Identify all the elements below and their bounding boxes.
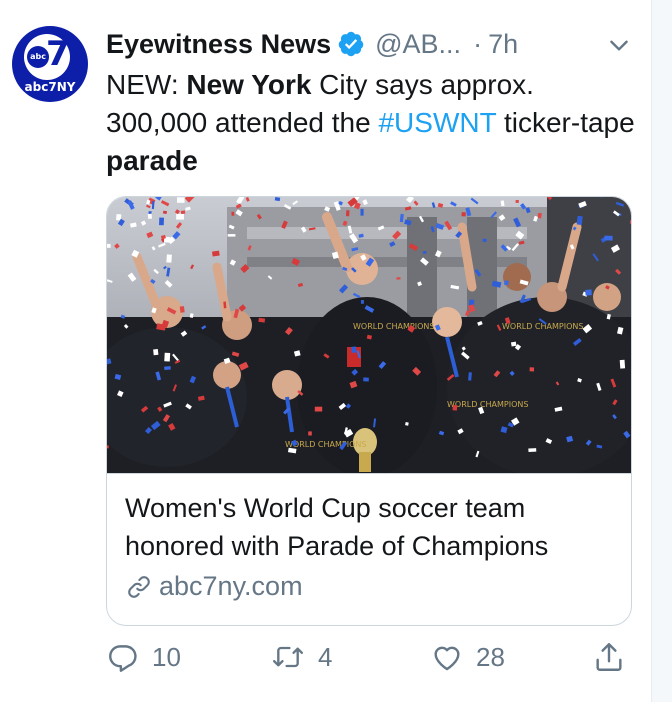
account-name[interactable]: Eyewitness News <box>106 29 331 60</box>
jersey-text: WORLD CHAMPIONS <box>353 322 434 331</box>
tweet-actions: 10 4 28 <box>106 640 636 680</box>
retweet-icon <box>272 646 304 668</box>
heart-icon <box>434 646 460 671</box>
retweet-count: 4 <box>318 641 333 672</box>
scroll-gutter <box>651 0 672 702</box>
verified-badge-icon <box>338 31 364 57</box>
share-button[interactable] <box>592 640 626 674</box>
tweet-timestamp[interactable]: 7h <box>488 29 518 60</box>
parade-photo: WORLD CHAMPIONS WORLD CHAMPIONS WORLD CH… <box>107 197 631 473</box>
tweet-text: NEW: New York City says approx. 300,000 … <box>106 66 636 180</box>
retweet-button[interactable]: 4 <box>270 640 332 674</box>
link-card[interactable]: WORLD CHAMPIONS WORLD CHAMPIONS WORLD CH… <box>106 196 632 626</box>
hashtag-link[interactable]: #USWNT <box>378 107 496 138</box>
tweet-text-part: ticker-tape <box>496 107 635 138</box>
avatar[interactable]: abc 7 abc7NY <box>12 26 88 102</box>
jersey-text: WORLD CHAMPIONS <box>502 322 583 331</box>
tweet-text-bold: New York <box>186 69 312 100</box>
tweet[interactable]: abc 7 abc7NY Eyewitness News @AB... · 7h… <box>0 0 652 702</box>
reply-button[interactable]: 10 <box>106 640 181 674</box>
tweet-header: Eyewitness News @AB... · 7h <box>106 24 636 64</box>
separator-dot: · <box>473 28 483 59</box>
tweet-text-part: NEW: <box>106 69 187 100</box>
avatar-logo-seven: 7 <box>46 34 70 74</box>
tweet-text-bold: parade <box>106 145 198 176</box>
avatar-caption: abc7NY <box>24 80 76 94</box>
jersey-text: WORLD CHAMPIONS <box>285 440 366 449</box>
card-domain[interactable]: abc7ny.com <box>125 571 303 602</box>
card-photo[interactable]: WORLD CHAMPIONS WORLD CHAMPIONS WORLD CH… <box>107 197 631 474</box>
like-count: 28 <box>476 641 505 672</box>
like-button[interactable]: 28 <box>430 640 505 674</box>
reply-count: 10 <box>152 641 181 672</box>
account-handle[interactable]: @AB... <box>375 29 461 60</box>
share-icon <box>596 643 622 671</box>
card-title[interactable]: Women's World Cup soccer team honored wi… <box>125 489 615 565</box>
jersey-text: WORLD CHAMPIONS <box>447 400 528 409</box>
card-domain-text: abc7ny.com <box>159 571 303 601</box>
reply-icon <box>109 645 137 672</box>
chevron-down-icon[interactable] <box>606 32 632 58</box>
link-icon <box>128 575 150 598</box>
